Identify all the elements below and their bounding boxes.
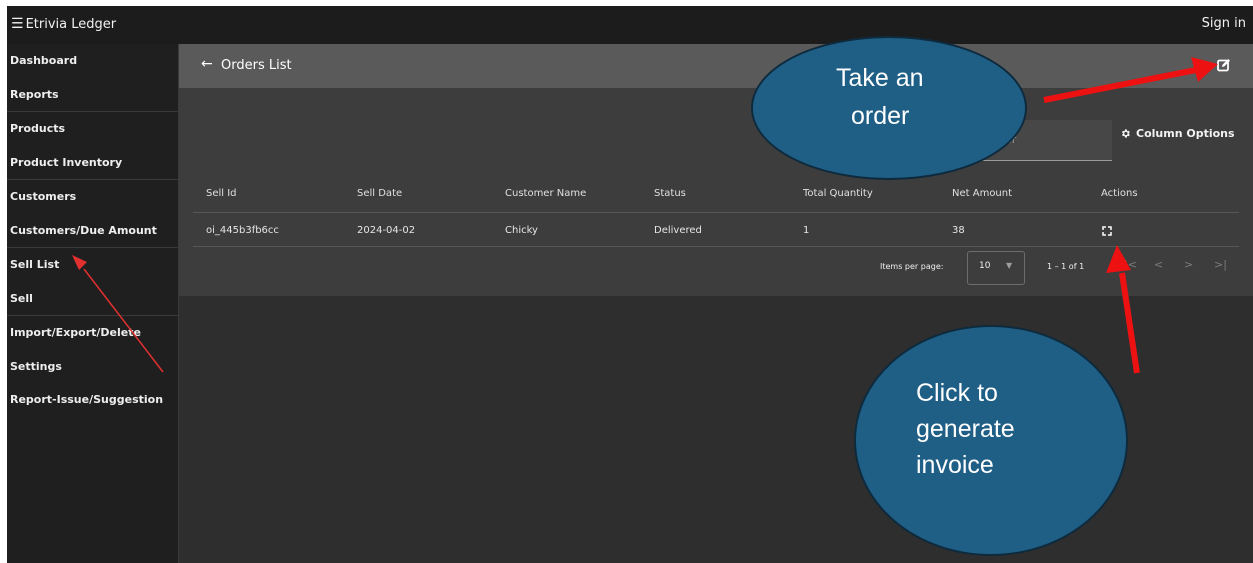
menu-icon[interactable]: ☰ — [11, 16, 24, 32]
edit-icon[interactable] — [1217, 58, 1231, 72]
take-order-callout-line1: Take an — [836, 64, 924, 92]
orders-panel: Column Options Sell Id Sell Date Custome… — [179, 88, 1253, 296]
sidebar-item-products[interactable]: Products — [7, 111, 178, 146]
page-title: Orders List — [221, 58, 292, 73]
generate-invoice-icon[interactable] — [1102, 226, 1112, 236]
cell-total-quantity: 1 — [803, 225, 810, 236]
gear-icon — [1121, 129, 1130, 138]
cell-sell-id: oi_445b3fb6cc — [206, 225, 279, 236]
sidebar: Dashboard Reports Products Product Inven… — [7, 44, 179, 563]
generate-invoice-callout-line2: generate — [916, 415, 1015, 443]
items-per-page-label: Items per page: — [880, 262, 944, 271]
column-header-sell-date[interactable]: Sell Date — [357, 188, 402, 199]
previous-page-icon[interactable]: < — [1154, 258, 1163, 271]
column-header-sell-id[interactable]: Sell Id — [206, 188, 237, 199]
generate-invoice-callout-line1: Click to — [916, 379, 998, 407]
sidebar-item-sell[interactable]: Sell — [7, 282, 178, 316]
column-header-total-quantity[interactable]: Total Quantity — [803, 188, 873, 199]
page-header: ← Orders List — [179, 44, 1253, 88]
generate-invoice-callout: Click to generate invoice — [854, 325, 1128, 556]
chevron-down-icon: ▼ — [1006, 261, 1013, 270]
app-brand[interactable]: ☰ Etrivia Ledger — [11, 16, 116, 32]
sidebar-item-product-inventory[interactable]: Product Inventory — [7, 146, 178, 180]
generate-invoice-callout-line3: invoice — [916, 451, 994, 479]
take-order-callout: Take an order — [751, 36, 1027, 180]
row-divider — [193, 246, 1239, 247]
cell-net-amount: 38 — [952, 225, 965, 236]
sidebar-item-sell-list[interactable]: Sell List — [7, 247, 178, 282]
top-app-bar: ☰ Etrivia Ledger Sign in — [7, 6, 1253, 44]
cell-status: Delivered — [654, 225, 702, 236]
last-page-icon[interactable]: >| — [1214, 258, 1227, 271]
sidebar-item-import-export-delete[interactable]: Import/Export/Delete — [7, 315, 178, 350]
page-size-select[interactable]: 10 ▼ — [967, 251, 1025, 285]
back-arrow-icon[interactable]: ← — [201, 56, 213, 72]
column-header-actions: Actions — [1101, 188, 1138, 199]
next-page-icon[interactable]: > — [1184, 258, 1193, 271]
sidebar-item-customers-due-amount[interactable]: Customers/Due Amount — [7, 214, 178, 248]
sidebar-item-settings[interactable]: Settings — [7, 350, 178, 384]
pagination-range: 1 – 1 of 1 — [1047, 262, 1085, 271]
take-order-callout-line2: order — [851, 102, 910, 130]
sign-in-button[interactable]: Sign in — [1202, 16, 1246, 31]
header-divider — [193, 212, 1239, 213]
column-header-net-amount[interactable]: Net Amount — [952, 188, 1012, 199]
column-header-customer-name[interactable]: Customer Name — [505, 188, 586, 199]
sidebar-item-report-issue[interactable]: Report-Issue/Suggestion — [7, 383, 178, 417]
sidebar-item-dashboard[interactable]: Dashboard — [7, 44, 178, 78]
sidebar-item-customers[interactable]: Customers — [7, 179, 178, 214]
app-title: Etrivia Ledger — [25, 16, 117, 32]
sidebar-item-reports[interactable]: Reports — [7, 78, 178, 112]
column-options-button[interactable]: Column Options — [1120, 127, 1235, 140]
column-header-status[interactable]: Status — [654, 188, 686, 199]
column-options-label: Column Options — [1136, 127, 1235, 140]
cell-sell-date: 2024-04-02 — [357, 225, 416, 236]
generate-invoice-callout-text: Click to generate invoice — [916, 375, 1015, 483]
cell-customer-name: Chicky — [505, 225, 538, 236]
first-page-icon[interactable]: |< — [1124, 258, 1137, 271]
page-size-value: 10 — [979, 261, 991, 271]
